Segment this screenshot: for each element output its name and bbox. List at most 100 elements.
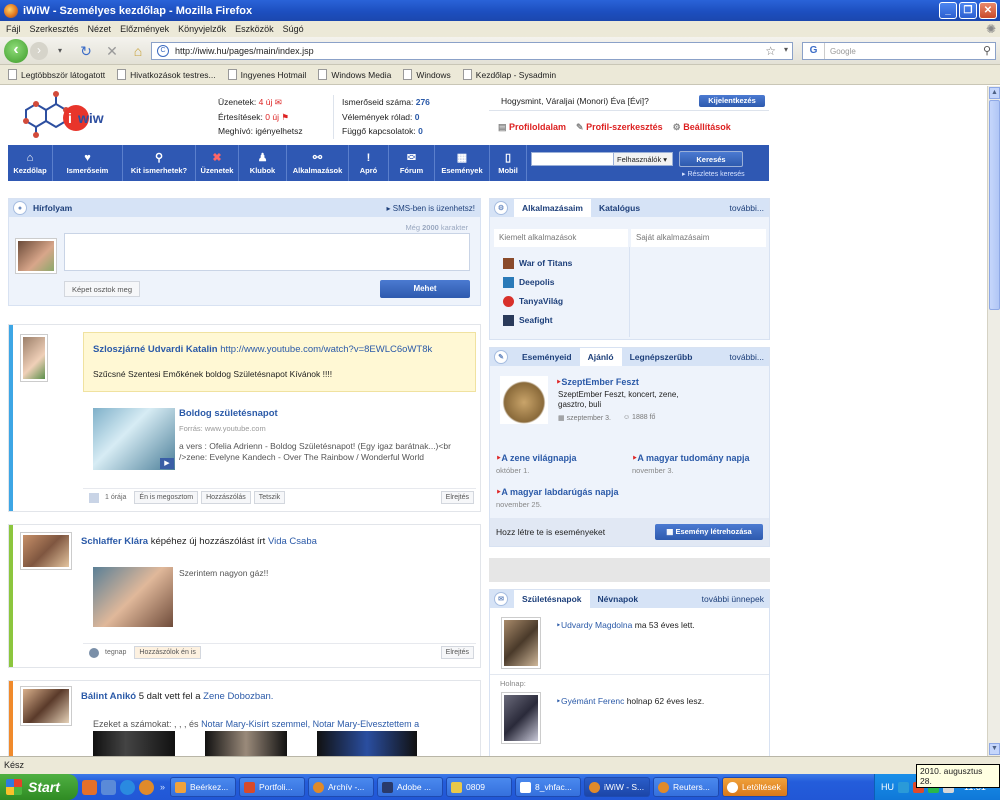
post-author-link[interactable]: Schlaffer Klára: [81, 536, 148, 547]
nav-friends[interactable]: ♥ Ismerőseim: [53, 145, 123, 181]
songs-link[interactable]: Notar Mary-Kisírt szemmel, Notar Mary-El…: [201, 719, 419, 729]
photo-thumbnail[interactable]: [93, 567, 173, 627]
nav-home[interactable]: ⌂ Kezdőlap: [8, 145, 53, 181]
profile-page-link[interactable]: ▤ Profiloldalam: [498, 122, 566, 133]
create-event-button[interactable]: ▦ Esemény létrehozása: [655, 524, 763, 540]
tab-namedays[interactable]: Névnapok: [590, 590, 647, 608]
user-search-input[interactable]: [531, 152, 615, 166]
invite-link[interactable]: igényelhetsz: [255, 126, 302, 136]
nav-classifieds[interactable]: ! Apró: [349, 145, 389, 181]
author-avatar[interactable]: [21, 533, 71, 569]
nav-forum[interactable]: ✉ Fórum: [389, 145, 435, 181]
birthday-avatar[interactable]: [502, 693, 540, 743]
url-dropdown-icon[interactable]: ▾: [784, 45, 788, 54]
menu-view[interactable]: Nézet: [88, 24, 112, 34]
birthday-avatar[interactable]: [502, 618, 540, 668]
user-avatar[interactable]: [16, 239, 56, 273]
nav-mobile[interactable]: ▯ Mobil: [490, 145, 527, 181]
stop-icon[interactable]: ✕: [103, 42, 121, 60]
tab-my-apps[interactable]: Alkalmazásaim: [514, 199, 591, 217]
share-too-button[interactable]: Én is megosztom: [134, 491, 199, 504]
event-image[interactable]: [500, 376, 548, 424]
maximize-button[interactable]: ❐: [959, 2, 977, 19]
home-icon[interactable]: ⌂: [129, 42, 147, 60]
scroll-down-icon[interactable]: ▼: [989, 743, 1000, 755]
menu-history[interactable]: Előzmények: [120, 24, 169, 34]
events-more-link[interactable]: további...: [730, 352, 765, 362]
tab-birthdays[interactable]: Születésnapok: [514, 590, 590, 608]
reload-icon[interactable]: ↻: [77, 42, 95, 60]
back-button[interactable]: ‹: [4, 38, 28, 63]
zene-doboz-link[interactable]: Zene Dobozban.: [203, 691, 273, 702]
video-title-link[interactable]: Boldog születésnapot: [179, 408, 278, 419]
forward-button[interactable]: ›: [30, 41, 48, 60]
language-indicator[interactable]: HU: [881, 782, 894, 792]
share-photo-button[interactable]: Képet osztok meg: [64, 281, 140, 297]
menu-file[interactable]: Fájl: [6, 24, 21, 34]
comment-button[interactable]: Hozzászólás: [201, 491, 251, 504]
post-url-link[interactable]: http://www.youtube.com/watch?v=8EWLC6oWT…: [220, 344, 432, 355]
play-icon[interactable]: ▶: [160, 458, 174, 469]
task-button[interactable]: Beérkez...: [170, 777, 237, 797]
advanced-search-link[interactable]: ▸ Részletes keresés: [682, 170, 745, 178]
search-engine-icon[interactable]: G: [803, 43, 825, 59]
song-thumbnail[interactable]: [205, 731, 287, 756]
quicklaunch-more-icon[interactable]: »: [160, 782, 165, 792]
opinions-count[interactable]: 0: [415, 112, 420, 122]
menu-bookmarks[interactable]: Könyvjelzők: [178, 24, 226, 34]
ie-icon[interactable]: [120, 779, 135, 795]
submit-button[interactable]: Mehet: [380, 280, 470, 298]
video-thumbnail[interactable]: ▶: [93, 408, 175, 470]
status-textarea[interactable]: [64, 233, 470, 271]
event-item[interactable]: ‣A magyar labdarúgás napja november 25.: [496, 487, 619, 509]
tab-recommended[interactable]: Ajánló: [579, 348, 622, 366]
app-item[interactable]: TanyaVilág: [503, 292, 572, 311]
task-button[interactable]: 8_vhfac...: [515, 777, 582, 797]
menu-edit[interactable]: Szerkesztés: [30, 24, 79, 34]
minimize-button[interactable]: _: [939, 2, 957, 19]
messages-link[interactable]: 4 új: [259, 97, 273, 107]
tray-icon[interactable]: [898, 781, 909, 793]
menu-help[interactable]: Súgó: [283, 24, 304, 34]
iwiw-logo[interactable]: i wiw: [10, 90, 122, 140]
bookmark-item[interactable]: Kezdőlap - Sysadmin: [462, 69, 556, 80]
notifications-link[interactable]: 0 új: [265, 112, 279, 122]
scroll-thumb[interactable]: [989, 100, 1000, 310]
settings-link[interactable]: ⚙ Beállítások: [673, 122, 731, 133]
task-button[interactable]: Reuters...: [653, 777, 720, 797]
quicklaunch-icon[interactable]: [82, 779, 97, 795]
quicklaunch-icon[interactable]: [101, 779, 116, 795]
task-button[interactable]: Portfoli...: [239, 777, 306, 797]
nav-suggestions[interactable]: ⚲ Kit ismerhetek?: [123, 145, 196, 181]
task-button[interactable]: Archív -...: [308, 777, 375, 797]
featured-event-title[interactable]: ‣SzeptEmber Feszt: [556, 377, 639, 388]
event-item[interactable]: ‣A zene világnapja október 1.: [496, 453, 577, 475]
bookmark-item[interactable]: Windows: [403, 69, 451, 80]
task-button[interactable]: 0809: [446, 777, 513, 797]
app-item[interactable]: Deepolis: [503, 273, 572, 292]
search-button[interactable]: Keresés: [679, 151, 743, 167]
friends-count[interactable]: 276: [416, 97, 430, 107]
bookmark-item[interactable]: Ingyenes Hotmail: [227, 69, 306, 80]
nav-apps[interactable]: ⚯ Alkalmazások: [287, 145, 349, 181]
search-icon[interactable]: ⚲: [983, 44, 991, 57]
post-author-link[interactable]: Bálint Anikó: [81, 691, 136, 702]
nav-clubs[interactable]: ♟ Klubok: [239, 145, 287, 181]
tab-my-events[interactable]: Eseményeid: [514, 348, 580, 366]
sms-link[interactable]: ▸ SMS-ben is üzenhetsz!: [386, 204, 475, 213]
bookmark-item[interactable]: Hivatkozások testres...: [117, 69, 216, 80]
event-item[interactable]: ‣A magyar tudomány napja november 3.: [632, 453, 750, 475]
start-button[interactable]: Start: [0, 774, 78, 800]
firefox-icon[interactable]: [139, 779, 154, 795]
like-button[interactable]: Tetszik: [253, 491, 286, 504]
actor-link[interactable]: Vida Csaba: [268, 536, 317, 547]
tab-popular[interactable]: Legnépszerűbb: [622, 348, 701, 366]
logout-button[interactable]: Kijelentkezés: [699, 95, 765, 107]
task-button[interactable]: Letöltések: [722, 777, 789, 797]
post-author-link[interactable]: Szloszjárné Udvardi Katalin: [93, 344, 218, 355]
close-button[interactable]: ✕: [979, 2, 997, 19]
task-button-active[interactable]: iWiW - S...: [584, 777, 651, 797]
menu-tools[interactable]: Eszközök: [235, 24, 274, 34]
apps-more-link[interactable]: további...: [730, 203, 765, 213]
history-dropdown-icon[interactable]: ▾: [51, 42, 69, 60]
